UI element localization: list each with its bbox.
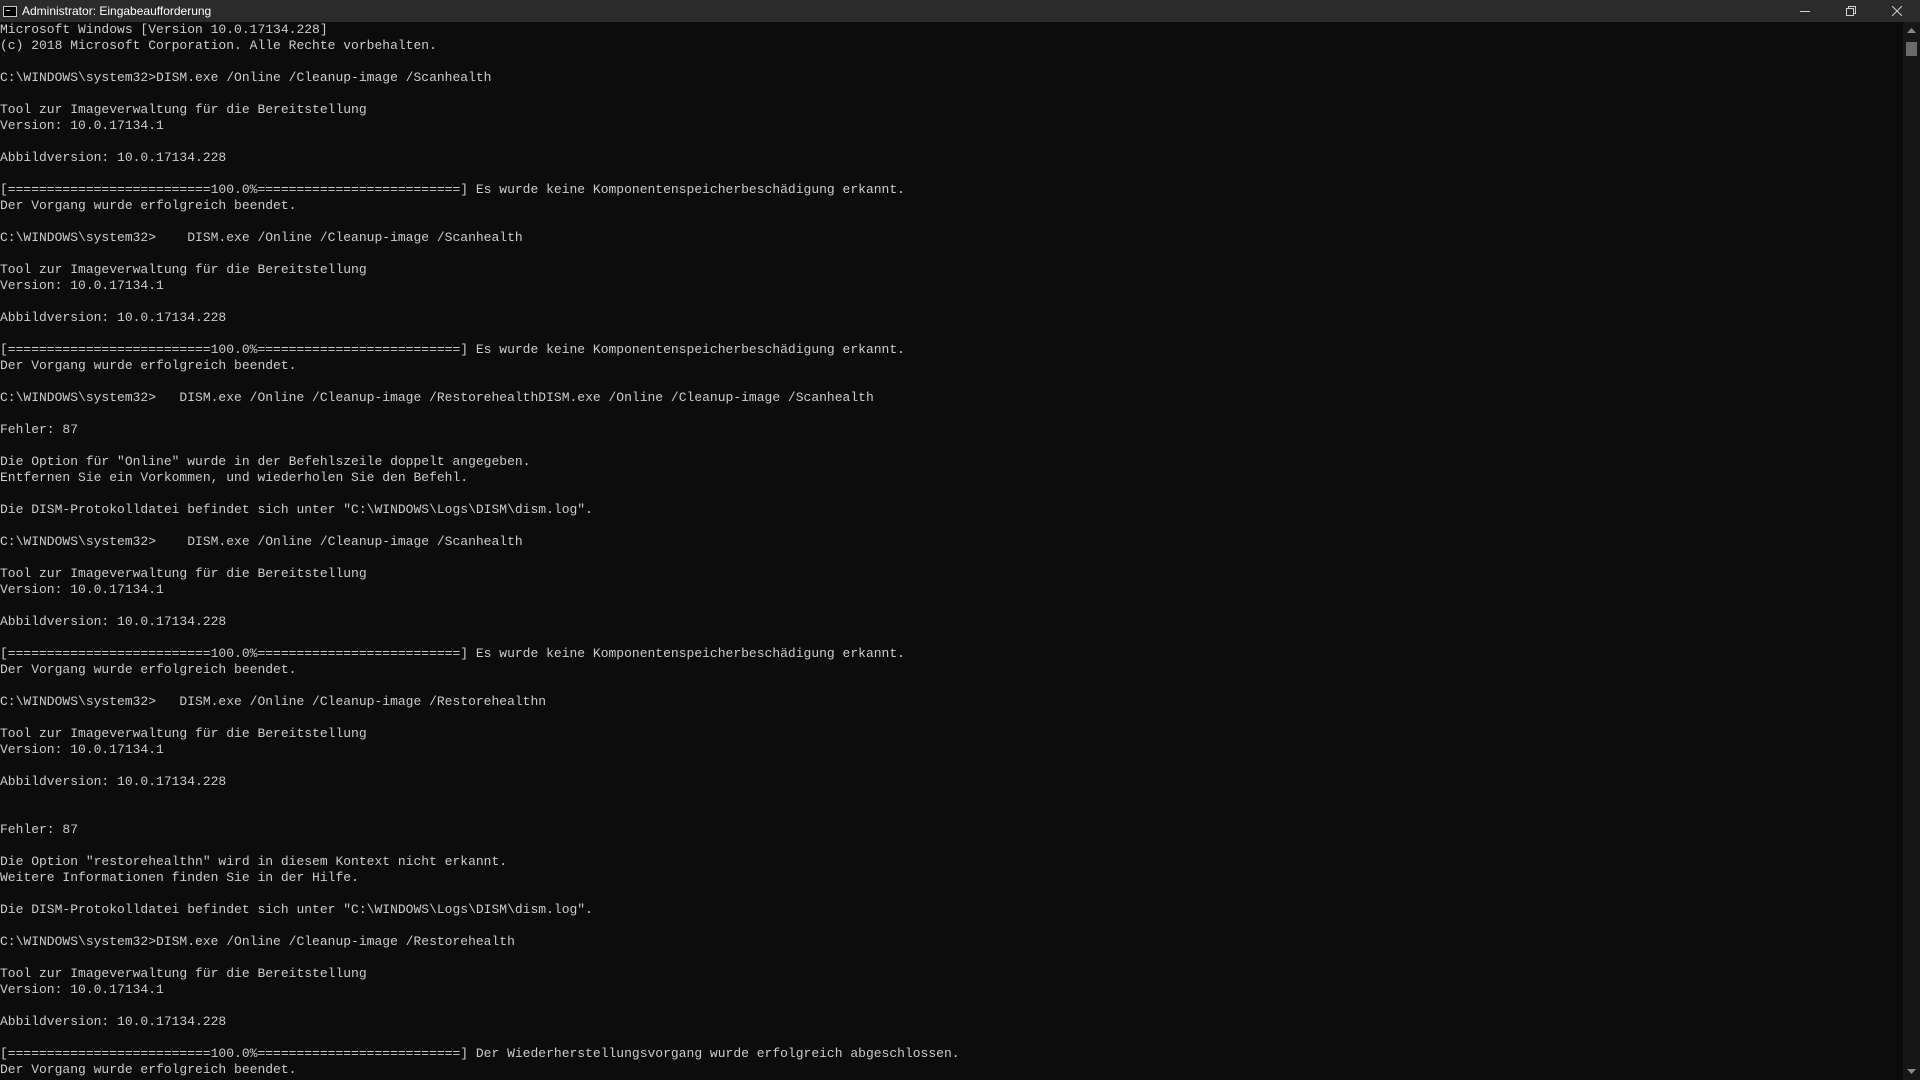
window-title: Administrator: Eingabeaufforderung bbox=[22, 4, 212, 18]
console-line: Tool zur Imageverwaltung für die Bereits… bbox=[0, 726, 367, 741]
console-line: Version: 10.0.17134.1 bbox=[0, 742, 164, 757]
console-output[interactable]: Microsoft Windows [Version 10.0.17134.22… bbox=[0, 22, 1904, 1080]
console-line: Abbildversion: 10.0.17134.228 bbox=[0, 614, 227, 629]
console-line: Der Vorgang wurde erfolgreich beendet. bbox=[0, 198, 297, 213]
vertical-scrollbar[interactable] bbox=[1903, 22, 1920, 1080]
console-line: [==========================100.0%=======… bbox=[0, 182, 905, 197]
console-line: Weitere Informationen finden Sie in der … bbox=[0, 870, 359, 885]
console-line: Tool zur Imageverwaltung für die Bereits… bbox=[0, 262, 367, 277]
console-line: [==========================100.0%=======… bbox=[0, 342, 905, 357]
console-line: Entfernen Sie ein Vorkommen, und wiederh… bbox=[0, 470, 469, 485]
console-line: Abbildversion: 10.0.17134.228 bbox=[0, 1014, 227, 1029]
console-line: Fehler: 87 bbox=[0, 422, 79, 437]
scroll-down-button[interactable] bbox=[1903, 1063, 1920, 1080]
title-bar[interactable]: Administrator: Eingabeaufforderung bbox=[0, 0, 1920, 22]
console-line: [==========================100.0%=======… bbox=[0, 646, 905, 661]
console-line: Der Vorgang wurde erfolgreich beendet. bbox=[0, 1062, 297, 1077]
minimize-icon bbox=[1800, 11, 1810, 12]
minimize-button[interactable] bbox=[1782, 0, 1828, 22]
console-line: Die DISM-Protokolldatei befindet sich un… bbox=[0, 502, 593, 517]
console-line: Abbildversion: 10.0.17134.228 bbox=[0, 774, 227, 789]
console-line: Abbildversion: 10.0.17134.228 bbox=[0, 310, 227, 325]
console-line: [==========================100.0%=======… bbox=[0, 1046, 960, 1061]
restore-button[interactable] bbox=[1828, 0, 1874, 22]
scroll-up-arrow-icon bbox=[1907, 28, 1916, 33]
console-line: Microsoft Windows [Version 10.0.17134.22… bbox=[0, 22, 328, 37]
console-line: Version: 10.0.17134.1 bbox=[0, 278, 164, 293]
console-line: Tool zur Imageverwaltung für die Bereits… bbox=[0, 566, 367, 581]
console-line: C:\WINDOWS\system32> DISM.exe /Online /C… bbox=[0, 390, 874, 405]
close-button[interactable] bbox=[1874, 0, 1920, 22]
command-prompt-window: Administrator: Eingabeaufforderung Micro… bbox=[0, 0, 1920, 1080]
console-line: Version: 10.0.17134.1 bbox=[0, 982, 164, 997]
console-line: C:\WINDOWS\system32>DISM.exe /Online /Cl… bbox=[0, 70, 492, 85]
console-line: Fehler: 87 bbox=[0, 822, 79, 837]
restore-icon bbox=[1846, 6, 1856, 16]
console-line: Die DISM-Protokolldatei befindet sich un… bbox=[0, 902, 593, 917]
console-line: Die Option "restorehealthn" wird in dies… bbox=[0, 854, 508, 869]
console-line: Der Vorgang wurde erfolgreich beendet. bbox=[0, 358, 297, 373]
console-line: Abbildversion: 10.0.17134.228 bbox=[0, 150, 227, 165]
console-line: (c) 2018 Microsoft Corporation. Alle Rec… bbox=[0, 38, 437, 53]
console-line: Version: 10.0.17134.1 bbox=[0, 582, 164, 597]
scrollbar-thumb[interactable] bbox=[1906, 42, 1917, 56]
console-line: C:\WINDOWS\system32> DISM.exe /Online /C… bbox=[0, 534, 523, 549]
console-line: Tool zur Imageverwaltung für die Bereits… bbox=[0, 102, 367, 117]
cmd-icon[interactable] bbox=[3, 5, 17, 17]
console-line: Die Option für "Online" wurde in der Bef… bbox=[0, 454, 531, 469]
console-line: C:\WINDOWS\system32>DISM.exe /Online /Cl… bbox=[0, 934, 515, 949]
scroll-down-arrow-icon bbox=[1907, 1069, 1916, 1074]
scroll-up-button[interactable] bbox=[1903, 22, 1920, 39]
console-line: Version: 10.0.17134.1 bbox=[0, 118, 164, 133]
console-line: Tool zur Imageverwaltung für die Bereits… bbox=[0, 966, 367, 981]
console-line: C:\WINDOWS\system32> DISM.exe /Online /C… bbox=[0, 230, 523, 245]
window-controls bbox=[1782, 0, 1920, 22]
console-line: Der Vorgang wurde erfolgreich beendet. bbox=[0, 662, 297, 677]
console-line: C:\WINDOWS\system32> DISM.exe /Online /C… bbox=[0, 694, 547, 709]
close-icon bbox=[1892, 6, 1902, 16]
